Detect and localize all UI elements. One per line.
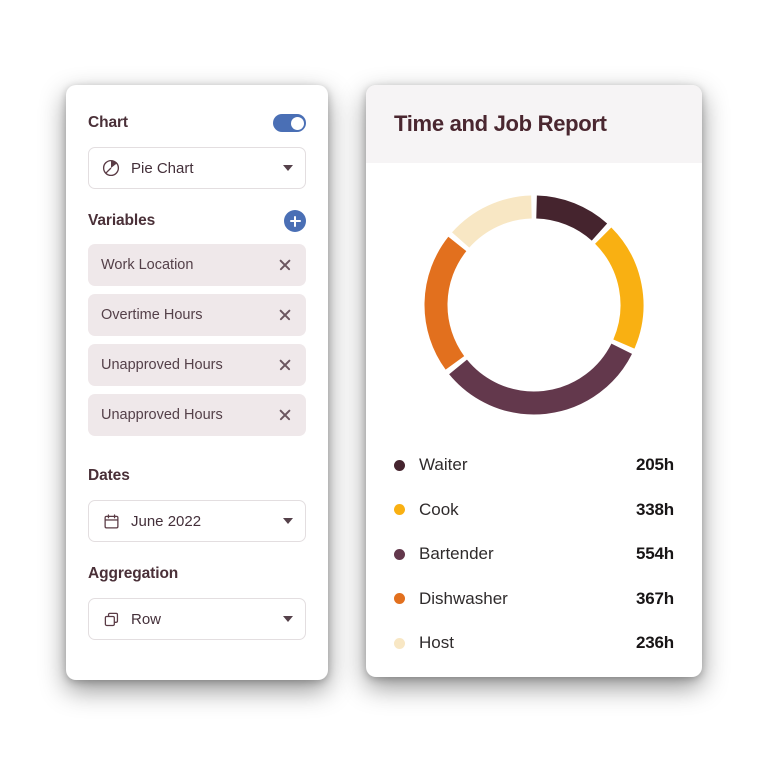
variables-list: Work Location Overtime Hours Unapproved … xyxy=(88,244,306,436)
report-panel: Time and Job Report Waiter 205h Cook 338… xyxy=(366,85,702,677)
legend-item: Cook 338h xyxy=(394,488,674,533)
aggregation-value: Row xyxy=(131,610,162,628)
chart-legend: Waiter 205h Cook 338h Bartender 554h Dis… xyxy=(366,431,702,666)
chart-type-value: Pie Chart xyxy=(131,159,194,177)
add-variable-button[interactable] xyxy=(284,210,306,232)
legend-item: Bartender 554h xyxy=(394,532,674,577)
legend-label: Waiter xyxy=(419,455,468,475)
variable-chip[interactable]: Overtime Hours xyxy=(88,294,306,336)
variable-chip[interactable]: Work Location xyxy=(88,244,306,286)
aggregation-select[interactable]: Row xyxy=(88,598,306,640)
close-icon[interactable] xyxy=(277,257,293,273)
stacked-squares-icon xyxy=(101,609,121,629)
variable-chip-label: Unapproved Hours xyxy=(101,407,223,423)
dates-section-header: Dates xyxy=(88,464,306,488)
variable-chip-label: Overtime Hours xyxy=(101,307,203,323)
chart-type-select[interactable]: Pie Chart xyxy=(88,147,306,189)
legend-color-swatch xyxy=(394,548,405,560)
chart-section-header: Chart xyxy=(88,111,306,135)
legend-value: 367h xyxy=(636,588,674,608)
variable-chip-label: Work Location xyxy=(101,257,194,273)
calendar-icon xyxy=(101,511,121,531)
donut-segment xyxy=(594,227,644,349)
legend-value: 554h xyxy=(636,544,674,564)
dates-section-title: Dates xyxy=(88,467,130,484)
donut-segment xyxy=(452,195,533,248)
donut-segment xyxy=(535,195,608,241)
legend-value: 338h xyxy=(636,499,674,519)
legend-label: Dishwasher xyxy=(419,588,508,608)
close-icon[interactable] xyxy=(277,307,293,323)
chevron-down-icon xyxy=(283,165,293,171)
variable-chip-label: Unapproved Hours xyxy=(101,357,223,373)
dates-value: June 2022 xyxy=(131,512,202,530)
chevron-down-icon xyxy=(283,518,293,524)
page-title: Time and Job Report xyxy=(394,111,607,136)
dates-select[interactable]: June 2022 xyxy=(88,500,306,542)
legend-color-swatch xyxy=(394,593,405,605)
legend-color-swatch xyxy=(394,637,405,649)
legend-label: Cook xyxy=(419,499,459,519)
legend-value: 205h xyxy=(636,455,674,475)
report-header: Time and Job Report xyxy=(366,85,702,163)
close-icon[interactable] xyxy=(277,407,293,423)
legend-item: Host 236h xyxy=(394,621,674,666)
chart-toggle[interactable] xyxy=(273,114,306,132)
legend-value: 236h xyxy=(636,633,674,653)
close-icon[interactable] xyxy=(277,357,293,373)
donut-segment xyxy=(449,343,633,415)
legend-label: Host xyxy=(419,633,454,653)
donut-segment xyxy=(424,236,467,370)
legend-item: Dishwasher 367h xyxy=(394,577,674,622)
chart-section-title: Chart xyxy=(88,114,128,131)
donut-chart xyxy=(366,163,702,431)
variables-section-title: Variables xyxy=(88,212,156,229)
chevron-down-icon xyxy=(283,616,293,622)
variables-section-header: Variables xyxy=(88,209,306,233)
legend-color-swatch xyxy=(394,504,405,516)
donut-chart-svg xyxy=(424,195,644,415)
settings-panel: Chart Pie Chart Variables Work Location … xyxy=(66,85,328,680)
variable-chip[interactable]: Unapproved Hours xyxy=(88,344,306,386)
variable-chip[interactable]: Unapproved Hours xyxy=(88,394,306,436)
aggregation-section-title: Aggregation xyxy=(88,565,179,582)
pie-chart-icon xyxy=(101,158,121,178)
legend-color-swatch xyxy=(394,459,405,471)
chart-toggle-knob xyxy=(290,116,304,130)
aggregation-section-header: Aggregation xyxy=(88,562,306,586)
legend-label: Bartender xyxy=(419,544,494,564)
legend-item: Waiter 205h xyxy=(394,443,674,488)
